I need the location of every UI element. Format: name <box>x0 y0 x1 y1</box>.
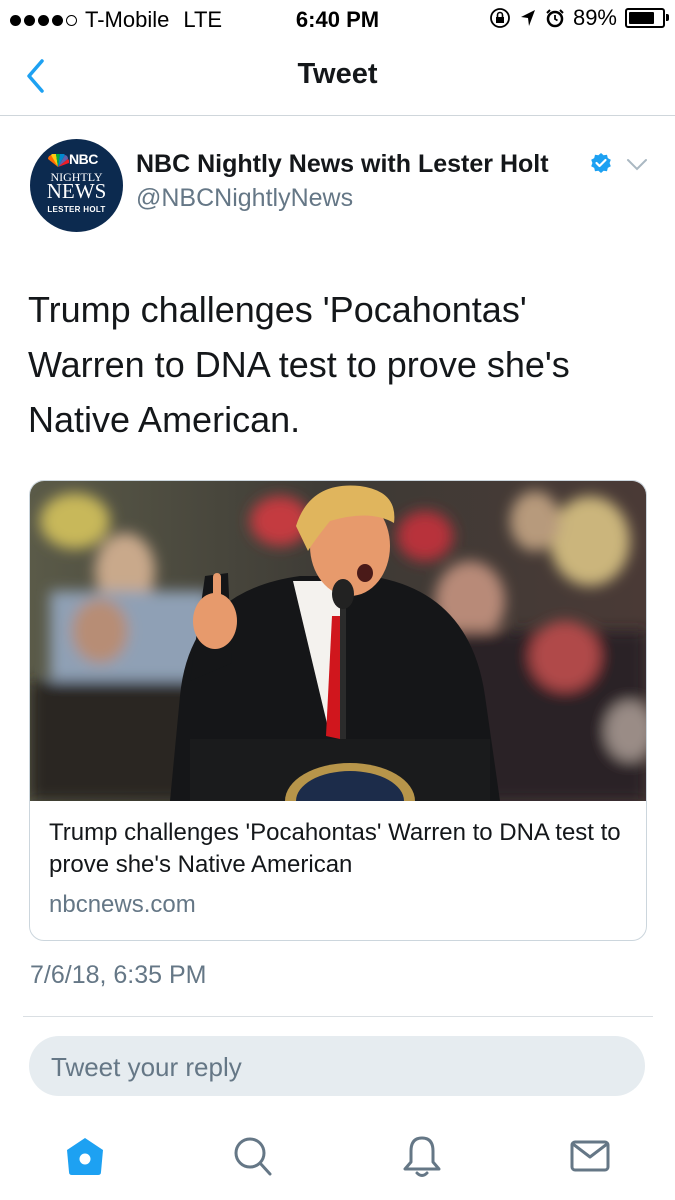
home-icon[interactable] <box>63 1134 107 1178</box>
reply-placeholder: Tweet your reply <box>51 1052 242 1082</box>
tab-search[interactable] <box>231 1134 275 1178</box>
envelope-icon[interactable] <box>568 1134 612 1178</box>
peacock-logo-icon <box>48 154 69 167</box>
location-arrow-icon <box>520 10 535 26</box>
battery-percent: 89% <box>572 5 617 30</box>
avatar-line2: NEWS <box>46 179 107 203</box>
divider <box>23 1016 653 1017</box>
link-card[interactable]: Trump challenges 'Pocahontas' Warren to … <box>29 480 647 941</box>
tab-notifications[interactable] <box>400 1134 444 1178</box>
chevron-down-icon[interactable] <box>626 158 648 172</box>
page-title: Tweet <box>297 58 378 90</box>
search-icon[interactable] <box>231 1134 275 1178</box>
verified-badge-icon <box>591 153 611 173</box>
card-domain: nbcnews.com <box>49 891 196 918</box>
alarm-icon <box>546 9 564 28</box>
battery-icon <box>625 8 669 28</box>
reply-input[interactable]: Tweet your reply <box>29 1036 645 1096</box>
author-name[interactable]: NBC Nightly News with Lester Holt <box>136 150 549 179</box>
bell-icon[interactable] <box>400 1134 444 1178</box>
tab-messages[interactable] <box>568 1134 612 1178</box>
tab-bar <box>0 1120 675 1200</box>
status-bar: T-Mobile LTE 6:40 PM 89% <box>0 0 675 38</box>
card-photo <box>30 481 646 801</box>
tab-home[interactable] <box>63 1134 107 1178</box>
rotation-lock-icon <box>490 8 510 28</box>
avatar-brand: NBC <box>69 151 98 167</box>
tweet-timestamp: 7/6/18, 6:35 PM <box>30 961 207 989</box>
author-handle[interactable]: @NBCNightlyNews <box>136 184 353 213</box>
avatar-line3: LESTER HOLT <box>47 205 106 214</box>
card-title: Trump challenges 'Pocahontas' Warren to … <box>49 819 621 878</box>
nav-bar: Tweet <box>0 38 675 116</box>
avatar[interactable]: NBC NIGHTLY NEWS LESTER HOLT <box>30 139 123 232</box>
tweet-text: Trump challenges 'Pocahontas' Warren to … <box>28 289 570 440</box>
status-right: 89% <box>489 5 669 31</box>
